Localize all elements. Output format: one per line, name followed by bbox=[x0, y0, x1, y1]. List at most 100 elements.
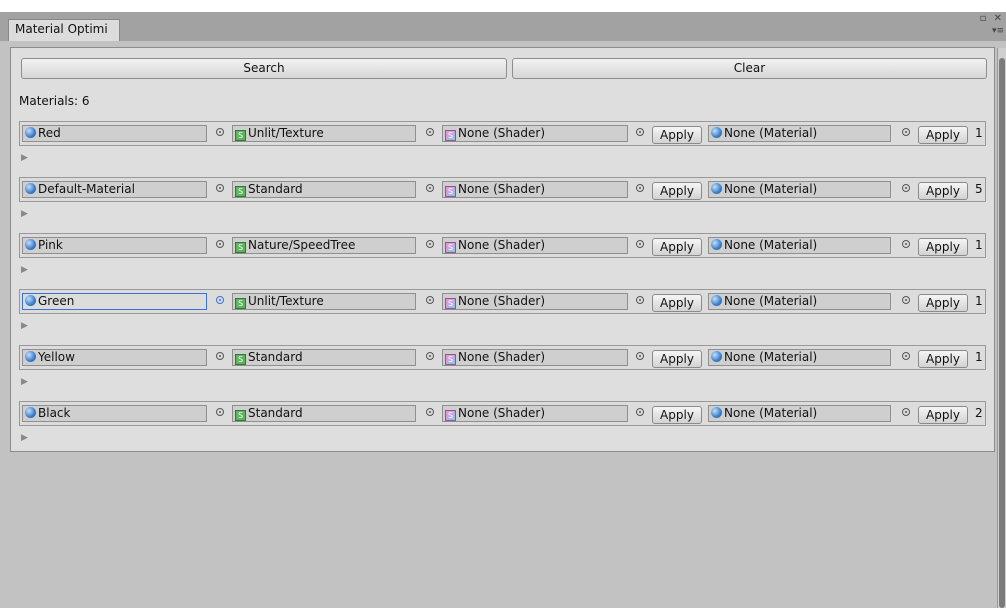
object-picker-icon[interactable] bbox=[426, 408, 434, 416]
apply-material-button[interactable]: Apply bbox=[918, 406, 968, 424]
apply-shader-button[interactable]: Apply bbox=[652, 238, 702, 256]
replace-material-value: None (Material) bbox=[724, 126, 818, 140]
material-name: Yellow bbox=[38, 350, 75, 364]
object-picker-icon[interactable] bbox=[902, 240, 910, 248]
apply-material-button[interactable]: Apply bbox=[918, 126, 968, 144]
foldout-arrow-icon[interactable]: ▶ bbox=[21, 321, 28, 331]
object-picker-icon[interactable] bbox=[426, 240, 434, 248]
scrollbar[interactable] bbox=[997, 48, 1006, 608]
material-sphere-icon bbox=[25, 127, 36, 138]
tab-bar bbox=[0, 12, 1006, 42]
clear-button[interactable]: Clear bbox=[512, 58, 987, 79]
foldout-arrow-icon[interactable]: ▶ bbox=[21, 265, 28, 275]
apply-shader-button[interactable]: Apply bbox=[652, 406, 702, 424]
material-row: Red S Unlit/Texture S None (Shader) Apply … bbox=[19, 121, 986, 146]
object-picker-icon[interactable] bbox=[636, 184, 644, 192]
shader-field[interactable]: S Unlit/Texture bbox=[232, 125, 416, 142]
foldout-arrow-icon[interactable]: ▶ bbox=[21, 377, 28, 387]
object-picker-icon[interactable] bbox=[216, 128, 224, 136]
object-picker-icon[interactable] bbox=[902, 408, 910, 416]
shader-field[interactable]: S Standard bbox=[232, 405, 416, 422]
foldout-arrow-icon[interactable]: ▶ bbox=[21, 209, 28, 219]
object-picker-icon[interactable] bbox=[902, 296, 910, 304]
object-picker-icon[interactable] bbox=[636, 240, 644, 248]
top-strip bbox=[0, 0, 1006, 12]
object-picker-icon[interactable] bbox=[426, 352, 434, 360]
replace-material-field[interactable]: None (Material) bbox=[708, 237, 891, 254]
replace-material-field[interactable]: None (Material) bbox=[708, 293, 891, 310]
object-picker-icon[interactable] bbox=[216, 408, 224, 416]
shader-field[interactable]: S Standard bbox=[232, 349, 416, 366]
shader-name: Standard bbox=[248, 350, 303, 364]
material-field[interactable]: Green bbox=[22, 293, 207, 310]
replace-material-value: None (Material) bbox=[724, 350, 818, 364]
usage-count: 1 bbox=[975, 350, 983, 364]
shader-field[interactable]: S Nature/SpeedTree bbox=[232, 237, 416, 254]
replace-shader-field[interactable]: S None (Shader) bbox=[442, 349, 628, 366]
object-picker-icon[interactable] bbox=[426, 128, 434, 136]
window-controls[interactable]: ▫ ✕ bbox=[980, 13, 1004, 24]
replace-shader-value: None (Shader) bbox=[458, 294, 545, 308]
replace-material-field[interactable]: None (Material) bbox=[708, 125, 891, 142]
object-picker-icon[interactable] bbox=[216, 184, 224, 192]
apply-shader-button[interactable]: Apply bbox=[652, 182, 702, 200]
shader-field[interactable]: S Standard bbox=[232, 181, 416, 198]
shader-field[interactable]: S Unlit/Texture bbox=[232, 293, 416, 310]
material-sphere-icon bbox=[711, 183, 722, 194]
object-picker-icon[interactable] bbox=[216, 240, 224, 248]
object-picker-icon[interactable] bbox=[636, 296, 644, 304]
apply-material-button[interactable]: Apply bbox=[918, 238, 968, 256]
object-picker-icon[interactable] bbox=[636, 352, 644, 360]
replace-shader-field[interactable]: S None (Shader) bbox=[442, 293, 628, 310]
material-field[interactable]: Pink bbox=[22, 237, 207, 254]
replace-shader-value: None (Shader) bbox=[458, 238, 545, 252]
replace-shader-field[interactable]: S None (Shader) bbox=[442, 237, 628, 254]
shader-icon: S bbox=[235, 354, 246, 365]
object-picker-icon[interactable] bbox=[426, 296, 434, 304]
material-row: Yellow S Standard S None (Shader) Apply No… bbox=[19, 345, 986, 370]
object-picker-icon[interactable] bbox=[426, 184, 434, 192]
replace-shader-field[interactable]: S None (Shader) bbox=[442, 405, 628, 422]
apply-material-button[interactable]: Apply bbox=[918, 182, 968, 200]
object-picker-icon[interactable] bbox=[636, 128, 644, 136]
replace-material-field[interactable]: None (Material) bbox=[708, 405, 891, 422]
replace-shader-field[interactable]: S None (Shader) bbox=[442, 125, 628, 142]
material-sphere-icon bbox=[25, 295, 36, 306]
replace-material-field[interactable]: None (Material) bbox=[708, 181, 891, 198]
object-picker-icon[interactable] bbox=[216, 296, 224, 304]
material-sphere-icon bbox=[711, 295, 722, 306]
apply-material-button[interactable]: Apply bbox=[918, 294, 968, 312]
shader-name: Standard bbox=[248, 182, 303, 196]
material-sphere-icon bbox=[25, 239, 36, 250]
material-field[interactable]: Default-Material bbox=[22, 181, 207, 198]
material-sphere-icon bbox=[711, 239, 722, 250]
usage-count: 5 bbox=[975, 182, 983, 196]
material-sphere-icon bbox=[711, 127, 722, 138]
object-picker-icon[interactable] bbox=[216, 352, 224, 360]
window-menu-icon[interactable]: ▾≡ bbox=[992, 26, 1004, 36]
scrollbar-thumb[interactable] bbox=[999, 58, 1005, 608]
replace-material-field[interactable]: None (Material) bbox=[708, 349, 891, 366]
shader-icon: S bbox=[445, 242, 456, 253]
material-field[interactable]: Yellow bbox=[22, 349, 207, 366]
object-picker-icon[interactable] bbox=[636, 408, 644, 416]
foldout-arrow-icon[interactable]: ▶ bbox=[21, 433, 28, 443]
window-tab[interactable]: Material Optimi bbox=[8, 19, 120, 41]
material-field[interactable]: Red bbox=[22, 125, 207, 142]
apply-shader-button[interactable]: Apply bbox=[652, 294, 702, 312]
apply-shader-button[interactable]: Apply bbox=[652, 126, 702, 144]
shader-icon: S bbox=[445, 130, 456, 141]
material-name: Red bbox=[38, 126, 61, 140]
object-picker-icon[interactable] bbox=[902, 128, 910, 136]
foldout-arrow-icon[interactable]: ▶ bbox=[21, 153, 28, 163]
apply-shader-button[interactable]: Apply bbox=[652, 350, 702, 368]
search-button[interactable]: Search bbox=[21, 58, 507, 79]
apply-material-button[interactable]: Apply bbox=[918, 350, 968, 368]
material-name: Green bbox=[38, 294, 75, 308]
object-picker-icon[interactable] bbox=[902, 184, 910, 192]
replace-material-value: None (Material) bbox=[724, 238, 818, 252]
object-picker-icon[interactable] bbox=[902, 352, 910, 360]
material-row: Default-Material S Standard S None (Shader… bbox=[19, 177, 986, 202]
material-field[interactable]: Black bbox=[22, 405, 207, 422]
replace-shader-field[interactable]: S None (Shader) bbox=[442, 181, 628, 198]
